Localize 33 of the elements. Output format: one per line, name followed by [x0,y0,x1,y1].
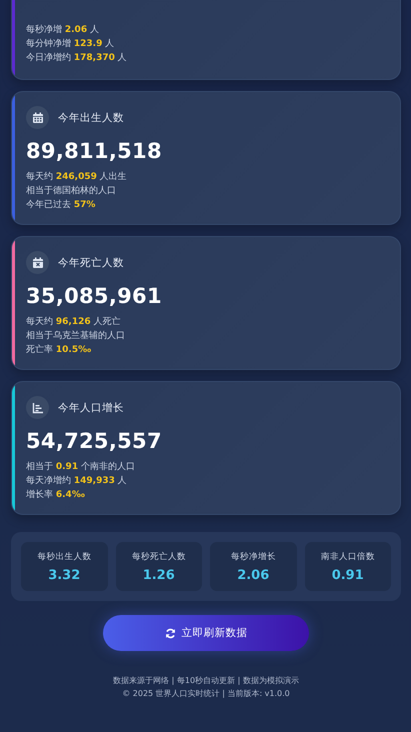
refresh-button[interactable]: 立即刷新数据 [103,615,309,651]
stat-value: 3.32 [48,568,80,583]
stat-value: 1.26 [142,568,175,583]
stat-value: 0.91 [332,568,364,583]
footer-text: 数据来源于网络 | 每10秒自动更新 | 数据为模拟演示 [113,675,299,686]
calendar-x-icon [32,256,44,268]
stat-label: 每秒净增长 [230,551,276,563]
stat-detail: 每秒净增 2.06 人 [26,24,100,37]
stat-value: 54,725,557 [26,429,163,453]
stat-detail: 相当于 0.91 个南非的人口 [26,460,136,474]
stat-value: 2.06 [237,568,270,583]
stat-detail: 每天约 96,126 人死亡 [26,316,122,329]
stat-label: 每秒出生人数 [37,551,92,563]
stat-detail: 死亡率 10.5‰ [26,344,92,357]
chart-icon [32,402,44,414]
stat-detail: 每天净增约 149,933 人 [26,474,128,488]
stat-detail: 相当于乌克兰基辅的人口 [26,330,126,343]
stat-detail: 增长率 6.4‰ [26,488,86,502]
stat-detail: 相当于德国柏林的人口 [26,184,117,198]
calendar-icon [32,112,44,124]
stat-detail: 每天约 246,059 人出生 [26,170,128,184]
stat-detail: 今日净增约 178,370 人 [26,52,128,65]
refresh-icon [164,628,176,638]
stat-value: 35,085,961 [26,284,163,308]
card-title: 今年人口增长 [58,400,124,414]
card-title: 今年出生人数 [58,110,124,124]
stat-detail: 每分钟净增 123.9 人 [26,38,116,51]
stat-value: 89,811,518 [26,139,163,163]
card-title: 今年死亡人数 [58,256,124,270]
stat-label: 每秒死亡人数 [132,551,186,563]
stat-detail: 今年已过去 57% [26,198,96,212]
stat-label: 南非人口倍数 [320,551,375,563]
footer-text: © 2025 世界人口实时统计 | 当前版本: v1.0.0 [122,688,290,699]
